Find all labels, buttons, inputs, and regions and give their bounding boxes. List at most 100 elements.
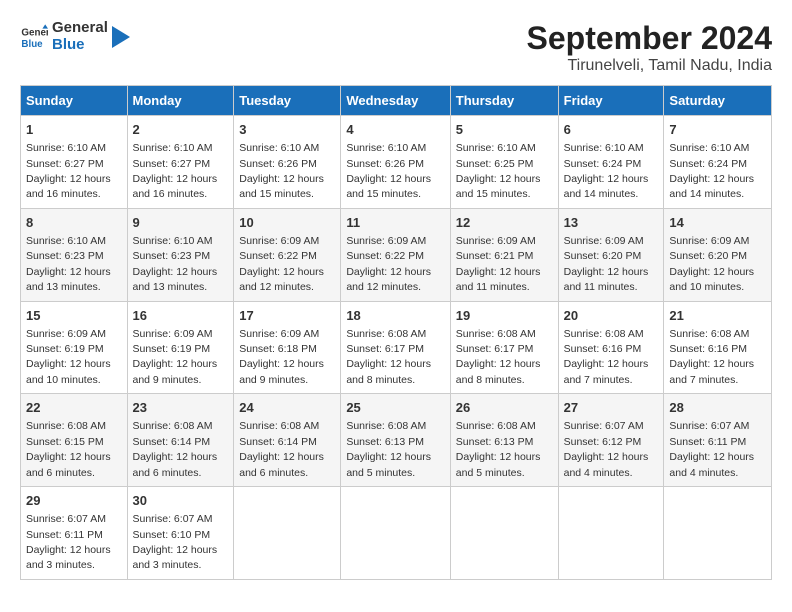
- day-cell: 10 Sunrise: 6:09 AMSunset: 6:22 PMDayligh…: [234, 208, 341, 301]
- week-row-5: 29Sunrise: 6:07 AMSunset: 6:11 PMDayligh…: [21, 487, 772, 580]
- logo-blue: Blue: [52, 37, 108, 54]
- day-info: Sunrise: 6:07 AMSunset: 6:12 PMDaylight:…: [564, 420, 649, 478]
- day-cell: 21 Sunrise: 6:08 AMSunset: 6:16 PMDayligh…: [664, 301, 772, 394]
- week-row-3: 15 Sunrise: 6:09 AMSunset: 6:19 PMDayligh…: [21, 301, 772, 394]
- day-cell: 28Sunrise: 6:07 AMSunset: 6:11 PMDayligh…: [664, 394, 772, 487]
- day-number: 27: [564, 399, 659, 417]
- day-info: Sunrise: 6:10 AMSunset: 6:26 PMDaylight:…: [346, 142, 431, 200]
- day-info: Sunrise: 6:08 AMSunset: 6:17 PMDaylight:…: [456, 328, 541, 386]
- day-cell: 16 Sunrise: 6:09 AMSunset: 6:19 PMDayligh…: [127, 301, 234, 394]
- header-cell-thursday: Thursday: [450, 86, 558, 116]
- day-number: 8: [26, 214, 122, 232]
- day-cell: 23Sunrise: 6:08 AMSunset: 6:14 PMDayligh…: [127, 394, 234, 487]
- day-cell: 15 Sunrise: 6:09 AMSunset: 6:19 PMDayligh…: [21, 301, 128, 394]
- header-cell-friday: Friday: [558, 86, 664, 116]
- day-info: Sunrise: 6:08 AMSunset: 6:13 PMDaylight:…: [346, 420, 431, 478]
- logo-general: General: [52, 20, 108, 37]
- day-cell: 26 Sunrise: 6:08 AMSunset: 6:13 PMDayligh…: [450, 394, 558, 487]
- day-cell: 1Sunrise: 6:10 AMSunset: 6:27 PMDaylight…: [21, 116, 128, 209]
- day-info: Sunrise: 6:08 AMSunset: 6:14 PMDaylight:…: [239, 420, 324, 478]
- day-number: 25: [346, 399, 444, 417]
- day-cell: 9Sunrise: 6:10 AMSunset: 6:23 PMDaylight…: [127, 208, 234, 301]
- day-cell: [341, 487, 450, 580]
- day-number: 11: [346, 214, 444, 232]
- day-cell: 29Sunrise: 6:07 AMSunset: 6:11 PMDayligh…: [21, 487, 128, 580]
- day-info: Sunrise: 6:10 AMSunset: 6:26 PMDaylight:…: [239, 142, 324, 200]
- day-info: Sunrise: 6:09 AMSunset: 6:22 PMDaylight:…: [239, 235, 324, 293]
- day-cell: [558, 487, 664, 580]
- page-header: General Blue General Blue September 2024…: [20, 20, 772, 75]
- day-cell: 14 Sunrise: 6:09 AMSunset: 6:20 PMDayligh…: [664, 208, 772, 301]
- day-number: 12: [456, 214, 553, 232]
- day-number: 20: [564, 307, 659, 325]
- day-number: 15: [26, 307, 122, 325]
- day-cell: 17Sunrise: 6:09 AMSunset: 6:18 PMDayligh…: [234, 301, 341, 394]
- day-info: Sunrise: 6:09 AMSunset: 6:19 PMDaylight:…: [133, 328, 218, 386]
- day-number: 10: [239, 214, 335, 232]
- day-number: 17: [239, 307, 335, 325]
- day-number: 30: [133, 492, 229, 510]
- day-cell: 7Sunrise: 6:10 AMSunset: 6:24 PMDaylight…: [664, 116, 772, 209]
- header-cell-wednesday: Wednesday: [341, 86, 450, 116]
- day-info: Sunrise: 6:07 AMSunset: 6:10 PMDaylight:…: [133, 513, 218, 571]
- day-number: 22: [26, 399, 122, 417]
- day-cell: 30 Sunrise: 6:07 AMSunset: 6:10 PMDayligh…: [127, 487, 234, 580]
- day-cell: 2Sunrise: 6:10 AMSunset: 6:27 PMDaylight…: [127, 116, 234, 209]
- day-info: Sunrise: 6:08 AMSunset: 6:14 PMDaylight:…: [133, 420, 218, 478]
- day-number: 26: [456, 399, 553, 417]
- header-cell-tuesday: Tuesday: [234, 86, 341, 116]
- day-cell: 22 Sunrise: 6:08 AMSunset: 6:15 PMDayligh…: [21, 394, 128, 487]
- day-cell: [450, 487, 558, 580]
- day-number: 9: [133, 214, 229, 232]
- day-info: Sunrise: 6:08 AMSunset: 6:15 PMDaylight:…: [26, 420, 111, 478]
- day-cell: [234, 487, 341, 580]
- week-row-4: 22 Sunrise: 6:08 AMSunset: 6:15 PMDayligh…: [21, 394, 772, 487]
- day-number: 4: [346, 121, 444, 139]
- day-cell: 6Sunrise: 6:10 AMSunset: 6:24 PMDaylight…: [558, 116, 664, 209]
- day-number: 24: [239, 399, 335, 417]
- day-number: 29: [26, 492, 122, 510]
- day-info: Sunrise: 6:09 AMSunset: 6:19 PMDaylight:…: [26, 328, 111, 386]
- day-cell: 3 Sunrise: 6:10 AMSunset: 6:26 PMDaylight…: [234, 116, 341, 209]
- svg-text:General: General: [21, 27, 48, 38]
- day-cell: 19 Sunrise: 6:08 AMSunset: 6:17 PMDayligh…: [450, 301, 558, 394]
- calendar-table: SundayMondayTuesdayWednesdayThursdayFrid…: [20, 85, 772, 580]
- week-row-1: 1Sunrise: 6:10 AMSunset: 6:27 PMDaylight…: [21, 116, 772, 209]
- day-info: Sunrise: 6:10 AMSunset: 6:27 PMDaylight:…: [133, 142, 218, 200]
- day-info: Sunrise: 6:08 AMSunset: 6:16 PMDaylight:…: [669, 328, 754, 386]
- day-cell: 11 Sunrise: 6:09 AMSunset: 6:22 PMDayligh…: [341, 208, 450, 301]
- day-cell: [664, 487, 772, 580]
- page-subtitle: Tirunelveli, Tamil Nadu, India: [527, 57, 772, 75]
- day-cell: 27 Sunrise: 6:07 AMSunset: 6:12 PMDayligh…: [558, 394, 664, 487]
- week-row-2: 8Sunrise: 6:10 AMSunset: 6:23 PMDaylight…: [21, 208, 772, 301]
- day-cell: 8Sunrise: 6:10 AMSunset: 6:23 PMDaylight…: [21, 208, 128, 301]
- page-title: September 2024: [527, 20, 772, 57]
- day-number: 21: [669, 307, 766, 325]
- day-cell: 25 Sunrise: 6:08 AMSunset: 6:13 PMDayligh…: [341, 394, 450, 487]
- day-cell: 5Sunrise: 6:10 AMSunset: 6:25 PMDaylight…: [450, 116, 558, 209]
- day-cell: 4 Sunrise: 6:10 AMSunset: 6:26 PMDaylight…: [341, 116, 450, 209]
- day-cell: 12 Sunrise: 6:09 AMSunset: 6:21 PMDayligh…: [450, 208, 558, 301]
- day-info: Sunrise: 6:09 AMSunset: 6:21 PMDaylight:…: [456, 235, 541, 293]
- header-cell-monday: Monday: [127, 86, 234, 116]
- day-number: 3: [239, 121, 335, 139]
- day-info: Sunrise: 6:09 AMSunset: 6:20 PMDaylight:…: [669, 235, 754, 293]
- day-info: Sunrise: 6:09 AMSunset: 6:22 PMDaylight:…: [346, 235, 431, 293]
- day-cell: 24 Sunrise: 6:08 AMSunset: 6:14 PMDayligh…: [234, 394, 341, 487]
- header-cell-sunday: Sunday: [21, 86, 128, 116]
- day-info: Sunrise: 6:08 AMSunset: 6:13 PMDaylight:…: [456, 420, 541, 478]
- logo: General Blue General Blue: [20, 20, 130, 53]
- day-cell: 13 Sunrise: 6:09 AMSunset: 6:20 PMDayligh…: [558, 208, 664, 301]
- day-number: 18: [346, 307, 444, 325]
- day-number: 16: [133, 307, 229, 325]
- day-number: 6: [564, 121, 659, 139]
- svg-text:Blue: Blue: [21, 38, 43, 49]
- day-number: 19: [456, 307, 553, 325]
- day-info: Sunrise: 6:10 AMSunset: 6:25 PMDaylight:…: [456, 142, 541, 200]
- day-number: 14: [669, 214, 766, 232]
- day-number: 13: [564, 214, 659, 232]
- logo-icon: General Blue: [20, 23, 48, 51]
- day-cell: 20Sunrise: 6:08 AMSunset: 6:16 PMDayligh…: [558, 301, 664, 394]
- day-info: Sunrise: 6:09 AMSunset: 6:20 PMDaylight:…: [564, 235, 649, 293]
- header-cell-saturday: Saturday: [664, 86, 772, 116]
